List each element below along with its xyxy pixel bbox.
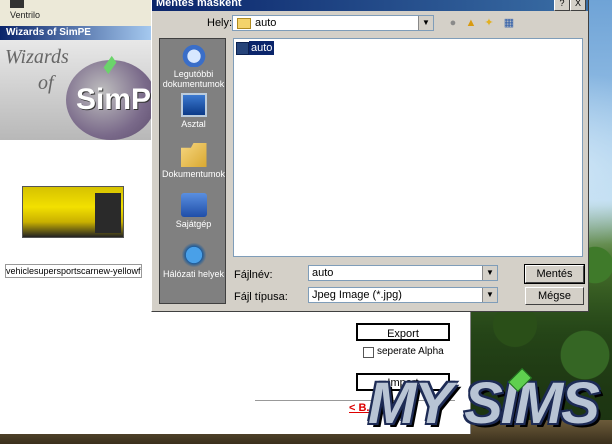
- close-button[interactable]: X: [570, 0, 586, 11]
- car-texture-thumbnail[interactable]: [22, 186, 124, 238]
- simpe-logo: SimPE: [66, 60, 156, 140]
- image-file-icon: [236, 42, 249, 55]
- filetype-select[interactable]: Jpeg Image (*.jpg) ▼: [308, 287, 498, 303]
- place-network[interactable]: Hálózati helyek: [160, 243, 227, 279]
- filetype-label: Fájl típusa:: [234, 291, 288, 303]
- place-label: Sajátgép: [175, 219, 212, 229]
- place-label: Dokumentumok: [161, 169, 226, 179]
- location-label: Hely:: [207, 17, 233, 29]
- desktop-icon: [180, 93, 207, 117]
- recent-docs-icon: [180, 43, 207, 67]
- location-value: auto: [255, 17, 277, 29]
- place-label: Legutóbbi dokumentumok: [162, 69, 225, 89]
- network-places-icon: [180, 243, 207, 267]
- filename-label: Fájlnév:: [234, 269, 273, 281]
- simpe-banner: Wizards of SimPE: [0, 40, 156, 140]
- ventrilo-icon[interactable]: [10, 0, 24, 8]
- simpe-logo-text: SimPE: [76, 83, 156, 116]
- places-bar: Legutóbbi dokumentumok Asztal Dokumentum…: [159, 38, 226, 304]
- separate-alpha-label: seperate Alpha: [377, 346, 444, 357]
- dialog-title: Mentés másként: [152, 0, 588, 11]
- folder-icon: [237, 18, 251, 29]
- place-my-computer[interactable]: Sajátgép: [160, 193, 227, 229]
- simpe-toolbar: Ventrilo: [0, 0, 152, 26]
- place-label: Asztal: [181, 119, 206, 129]
- place-recent-documents[interactable]: Legutóbbi dokumentumok: [160, 43, 227, 89]
- file-list[interactable]: auto: [233, 38, 583, 257]
- my-computer-icon: [180, 193, 207, 217]
- simpe-panel-title: Wizards of SimPE: [0, 26, 152, 40]
- chevron-down-icon[interactable]: ▼: [482, 266, 497, 280]
- chevron-down-icon[interactable]: ▼: [482, 288, 497, 302]
- mysims-logo: MY SIMS: [368, 371, 600, 436]
- filename-value: auto: [312, 267, 334, 279]
- filename-field[interactable]: auto ▼: [308, 265, 498, 281]
- new-folder-icon[interactable]: ✦: [482, 16, 496, 30]
- separate-alpha-checkbox[interactable]: [363, 347, 374, 358]
- banner-of-text: of: [38, 72, 54, 94]
- banner-wizards-text: Wizards: [5, 46, 69, 68]
- place-documents[interactable]: Dokumentumok: [160, 143, 227, 179]
- location-combo[interactable]: auto ▼: [232, 15, 434, 31]
- cancel-button[interactable]: Mégse: [525, 287, 584, 305]
- view-menu-icon[interactable]: ▦: [502, 16, 516, 30]
- chevron-down-icon[interactable]: ▼: [418, 16, 433, 30]
- place-label: Hálózati helyek: [162, 269, 225, 279]
- export-button[interactable]: Export: [356, 323, 450, 341]
- place-desktop[interactable]: Asztal: [160, 93, 227, 129]
- file-name[interactable]: auto: [249, 41, 275, 55]
- back-arrow-icon[interactable]: ●: [446, 16, 460, 30]
- save-as-dialog: Mentés másként ? X Hely: auto ▼ ● ▲ ✦ ▦ …: [151, 0, 589, 312]
- ventrilo-label[interactable]: Ventrilo: [10, 10, 40, 20]
- texture-filename-field[interactable]: vehiclesupersportscarnew-yellowfi...: [5, 264, 142, 278]
- up-folder-icon[interactable]: ▲: [464, 16, 478, 30]
- documents-folder-icon: [180, 143, 207, 167]
- help-button[interactable]: ?: [554, 0, 570, 11]
- filetype-value: Jpeg Image (*.jpg): [312, 289, 402, 301]
- save-button[interactable]: Mentés: [524, 264, 585, 284]
